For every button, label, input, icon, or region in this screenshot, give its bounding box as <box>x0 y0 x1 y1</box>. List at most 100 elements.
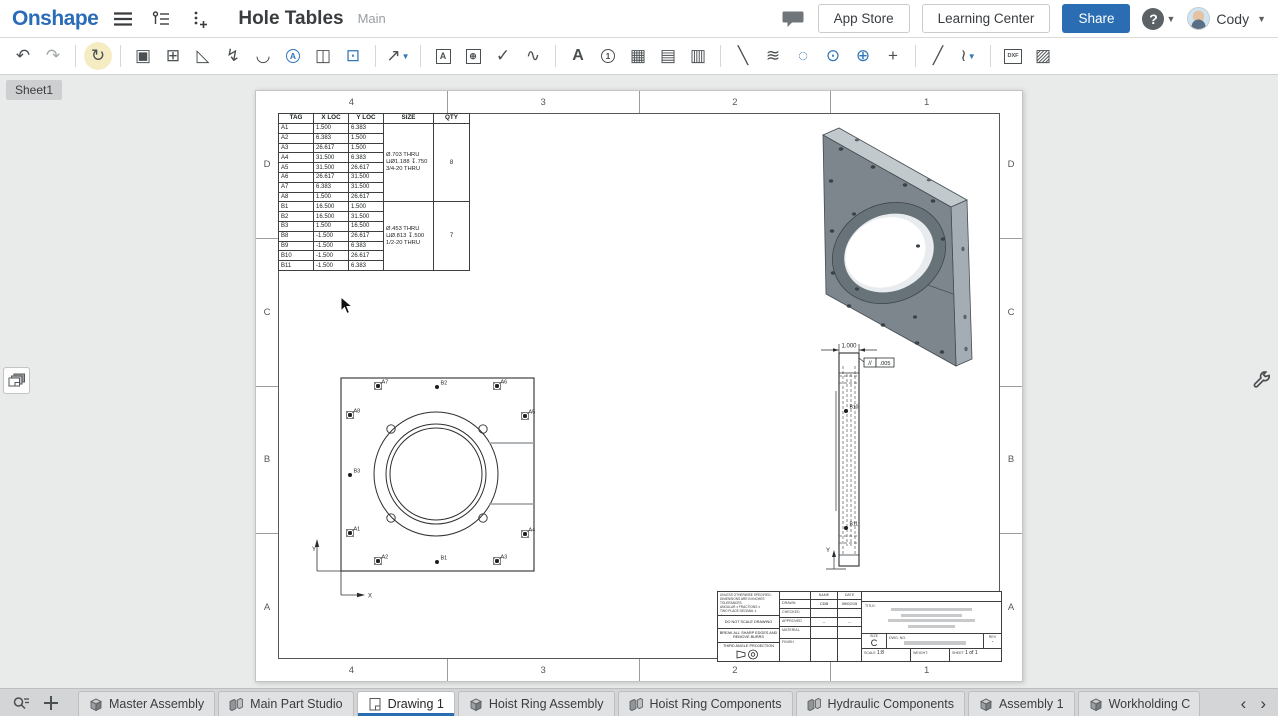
tab-label: Drawing 1 <box>388 697 444 711</box>
undo-icon[interactable]: ↶ <box>8 42 38 70</box>
datum-icon[interactable]: ⊕ <box>458 42 488 70</box>
center-mark-icon[interactable]: ⊕ <box>848 42 878 70</box>
learning-center-button[interactable]: Learning Center <box>922 4 1051 33</box>
sheets-stack-icon <box>7 373 26 389</box>
callout-icon[interactable]: 1 <box>593 42 623 70</box>
tab-main-part-studio[interactable]: Main Part Studio <box>218 691 353 716</box>
main-menu-button[interactable] <box>110 6 136 32</box>
versions-button[interactable] <box>148 6 174 32</box>
comments-button[interactable] <box>780 6 806 32</box>
projected-view-icon[interactable]: ⊞ <box>158 42 188 70</box>
new-tab-button[interactable] <box>36 690 66 716</box>
detail-cut-icon[interactable]: ◡ <box>248 42 278 70</box>
sheet-tab[interactable]: Sheet1 <box>6 80 62 100</box>
wrench-icon <box>1251 370 1272 391</box>
insert-image-icon[interactable]: ▨ <box>1028 42 1058 70</box>
crop-view-icon[interactable]: ⊡ <box>338 42 368 70</box>
geometric-tolerance-icon[interactable]: A <box>428 42 458 70</box>
insert-view-icon[interactable]: ▣ <box>128 42 158 70</box>
centerline-tangent-icon[interactable]: ≋ <box>758 42 788 70</box>
tabs-scroll-left-button[interactable]: ‹ <box>1241 695 1247 712</box>
update-icon[interactable]: ↻ <box>83 42 113 70</box>
tabs-scroll-right-button[interactable]: › <box>1260 695 1266 712</box>
third-angle-projection-icon <box>736 649 762 660</box>
section-view-icon[interactable]: ↯ <box>218 42 248 70</box>
element-tab-bar: Master Assembly Main Part Studio Drawing 1… <box>0 688 1278 716</box>
side-view[interactable]: 1.000 // .005 Y <box>816 336 911 601</box>
hole-callout-label: B10 <box>850 405 859 411</box>
hole-callout-label: B1 <box>441 556 448 562</box>
tab-hydraulic-components[interactable]: Hydraulic Components <box>796 691 965 716</box>
redo-icon[interactable]: ↷ <box>38 42 68 70</box>
dimension-icon[interactable]: ↗▼ <box>383 42 413 70</box>
hole-callout-label: A1 <box>354 527 361 533</box>
user-menu[interactable]: Cody ▼ <box>1187 7 1266 30</box>
zone-label: 2 <box>640 659 832 681</box>
tolerance-notes: UNLESS OTHERWISE SPECIFIED: DIMENSIONS A… <box>718 592 779 616</box>
zone-labels-top: 4321 <box>256 91 1022 113</box>
toolbar-separator <box>555 45 556 67</box>
center-mark-pattern-icon[interactable]: ◌ <box>788 42 818 70</box>
hole-table-row: A11.5006.383Ø.703 THRU⊔Ø1.188 ↧.7503/4-2… <box>279 124 470 134</box>
zone-label: 4 <box>256 91 448 113</box>
scale-value: 1:8 <box>877 650 884 656</box>
help-menu[interactable]: ? ▼ <box>1142 8 1175 30</box>
front-axis-y-label: Y <box>312 547 316 553</box>
zone-labels-right: DCBA <box>1000 91 1022 681</box>
zone-label: 1 <box>831 659 1022 681</box>
sheet-size: C <box>871 638 878 648</box>
tab-master-assembly[interactable]: Master Assembly <box>78 691 215 716</box>
search-tabs-button[interactable] <box>6 690 36 716</box>
toolbar-separator <box>990 45 991 67</box>
tab-assembly-1[interactable]: Assembly 1 <box>968 691 1075 716</box>
hole-table-icon[interactable]: ▤ <box>653 42 683 70</box>
tab-hoist-ring-components[interactable]: Hoist Ring Components <box>618 691 793 716</box>
hole-table-header: QTY <box>434 114 470 124</box>
broken-view-icon[interactable]: ◫ <box>308 42 338 70</box>
zone-label: B <box>256 387 278 535</box>
hole-callout-dot <box>844 409 848 413</box>
zone-label: D <box>1000 91 1022 239</box>
onshape-logo[interactable]: Onshape <box>12 7 98 31</box>
hole-callout-label: A5 <box>529 410 536 416</box>
table-icon[interactable]: ▦ <box>623 42 653 70</box>
point-line-icon[interactable]: + <box>878 42 908 70</box>
drawing-canvas[interactable]: Sheet1 4321 4321 DCBA DCBA TAGX LOCY LOC… <box>0 75 1278 688</box>
sketch-line-icon[interactable]: ╱ <box>923 42 953 70</box>
insert-new-element-button[interactable] <box>186 6 212 32</box>
zone-label: B <box>1000 387 1022 535</box>
note-icon[interactable]: A <box>563 42 593 70</box>
zone-labels-bottom: 4321 <box>256 659 1022 681</box>
center-mark-circle-icon[interactable]: ⊙ <box>818 42 848 70</box>
tab-label: Hoist Ring Components <box>650 697 782 711</box>
bom-table-icon[interactable]: ▥ <box>683 42 713 70</box>
sketch-spline-icon[interactable]: ≀▼ <box>953 42 983 70</box>
properties-panel-button[interactable] <box>1248 367 1275 394</box>
tab-workholding-c[interactable]: Workholding C <box>1078 691 1200 716</box>
hole-table-header: TAG <box>279 114 314 124</box>
hole-table-view[interactable]: TAGX LOCY LOCSIZEQTYA11.5006.383Ø.703 TH… <box>278 113 470 271</box>
tab-drawing-1[interactable]: Drawing 1 <box>357 691 455 716</box>
side-axis-y-label: Y <box>826 548 830 554</box>
hole-callout-dot <box>495 384 499 388</box>
surface-finish-icon[interactable]: ✓ <box>488 42 518 70</box>
hamburger-icon <box>113 11 133 27</box>
share-button[interactable]: Share <box>1062 4 1130 33</box>
fcf-symbol: // <box>868 360 872 367</box>
detail-view-icon[interactable]: A <box>278 42 308 70</box>
sheets-panel-button[interactable] <box>3 367 30 394</box>
drawing-sheet[interactable]: 4321 4321 DCBA DCBA TAGX LOCY LOCSIZEQTY… <box>255 90 1023 682</box>
export-dxf-icon[interactable]: DXF <box>998 42 1028 70</box>
centerline-icon[interactable]: ╲ <box>728 42 758 70</box>
zone-labels-left: DCBA <box>256 91 278 681</box>
tab-hoist-ring-assembly[interactable]: Hoist Ring Assembly <box>458 691 615 716</box>
hole-callout-dot <box>523 532 527 536</box>
auxiliary-view-icon[interactable]: ◺ <box>188 42 218 70</box>
date-column-header: DATE <box>837 592 861 599</box>
weld-symbol-icon[interactable]: ∿ <box>518 42 548 70</box>
front-view[interactable]: Y X A7B2A6A8A5B3A1A4A2B1A3 <box>311 371 571 606</box>
comment-bubble-icon <box>782 10 804 28</box>
app-store-button[interactable]: App Store <box>818 4 910 33</box>
tab-label: Main Part Studio <box>250 697 342 711</box>
hole-size-spec: Ø.453 THRU⊔Ø.813 ↧.5001/2-20 THRU <box>384 202 434 271</box>
